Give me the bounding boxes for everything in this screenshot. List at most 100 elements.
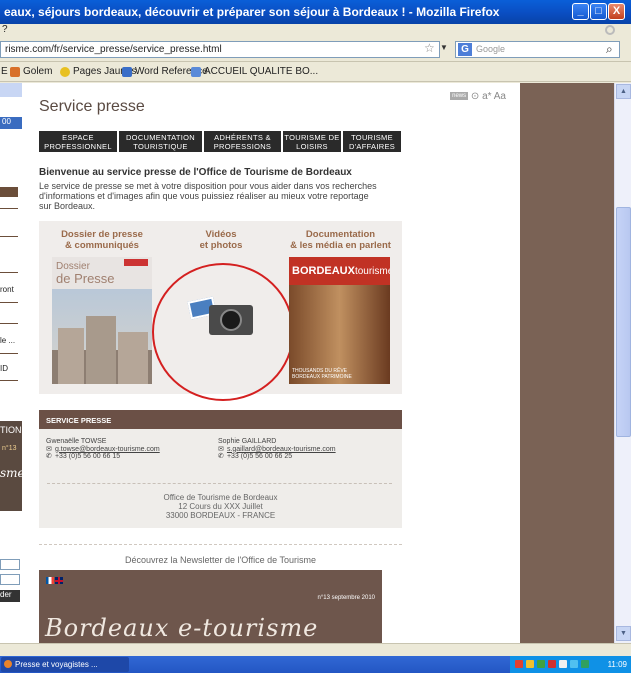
tab-espace-professionnel[interactable]: ESPACE PROFESSIONNEL [39,131,117,152]
bookmark-star-icon[interactable]: ☆ [424,41,435,55]
close-button[interactable]: X [608,3,625,20]
url-input[interactable]: risme.com/fr/service_presse/service_pres… [0,41,440,58]
press-contacts: Gwenaëlle TOWSE ✉ g.towse@bordeaux-touri… [39,429,402,528]
tab-tourisme-affaires[interactable]: TOURISME D'AFFAIRES [343,131,401,152]
tray-icon[interactable] [548,660,556,668]
left-input[interactable] [0,574,20,585]
windows-taskbar: Presse et voyagistes ... 11:09 [0,656,631,673]
scroll-up-icon[interactable]: ▲ [616,84,631,99]
left-divider [0,323,18,324]
search-placeholder: Google [476,44,506,54]
page-tools: news ⊙ a* Aa [450,91,506,102]
left-text-fragment[interactable]: ront [0,285,14,294]
contact-gaillard: Sophie GAILLARD ✉ s.gaillard@bordeaux-to… [218,438,336,461]
left-divider [0,208,18,209]
word-reference-icon [122,66,132,77]
url-dropdown-icon[interactable]: ▼ [440,43,448,52]
newsletter-name: Bordeaux e-tourisme [45,614,319,642]
magazine-subtitle: THOUSANDS DU RÊVE BORDEAUX PATRIMOINE [292,368,352,380]
maximize-button[interactable]: □ [590,3,607,20]
left-panel-bar [0,187,18,197]
uk-flag-icon[interactable] [55,577,63,584]
accueil-qualite-icon [191,66,201,77]
email-link[interactable]: s.gaillard@bordeaux-tourisme.com [227,446,336,453]
newsletter-issue: n°13 septembre 2010 [317,595,375,601]
navigation-toolbar: risme.com/fr/service_presse/service_pres… [0,38,631,62]
news-icon[interactable]: news [450,92,469,101]
tray-icon[interactable] [559,660,567,668]
vertical-scrollbar[interactable]: ▲ ▼ [614,83,631,643]
press-kit-title-2: de Presse [56,271,115,286]
scroll-down-icon[interactable]: ▼ [616,626,631,641]
google-icon[interactable]: G [458,43,472,56]
newsletter-divider [39,544,402,545]
phone-number: +33 (0)5 56 00 66 25 [226,453,293,460]
envelope-icon: ✉ [218,445,224,453]
newsletter-banner[interactable]: n°13 septembre 2010 Bordeaux e-tourisme [39,570,382,643]
tray-icon[interactable] [570,660,578,668]
contact-name: Sophie GAILLARD [218,438,277,445]
left-banner[interactable]: TION n°13 sme [0,421,22,511]
left-cut-panel: 00 ront le ... ID TION n°13 sme der [0,83,22,643]
left-submit-button[interactable]: der [0,590,20,602]
left-divider [0,302,18,303]
left-text-fragment[interactable]: le ... [0,336,15,345]
press-kit-link[interactable]: Dossier de presse & communiqués [39,229,165,251]
left-input[interactable] [0,559,20,570]
left-divider [0,272,18,273]
tab-tourisme-loisirs[interactable]: TOURISME DE LOISIRS [283,131,341,152]
left-divider [0,353,18,354]
videos-photos-link[interactable]: Vidéos et photos [167,229,275,251]
text-tools-icons[interactable]: ⊙ a* Aa [471,91,506,102]
minimize-button[interactable]: _ [572,3,589,20]
scroll-thumb[interactable] [616,207,631,437]
welcome-heading: Bienvenue au service presse de l'Office … [39,167,352,178]
tray-icon[interactable] [537,660,545,668]
left-divider [0,236,18,237]
window-title: eaux, séjours bordeaux, découvrir et pré… [4,5,500,19]
tab-adherents-professions[interactable]: ADHÉRENTS & PROFESSIONS [204,131,281,152]
email-link[interactable]: g.towse@bordeaux-tourisme.com [55,446,160,453]
envelope-icon: ✉ [46,445,52,453]
tray-icon[interactable] [581,660,589,668]
taskbar-clock: 11:09 [607,660,627,669]
pages-jaunes-icon [60,66,70,77]
press-kit-logo [124,259,148,266]
newsletter-title[interactable]: Découvrez la Newsletter de l'Office de T… [39,555,402,565]
dashed-divider [47,483,392,484]
tray-icon[interactable] [515,660,523,668]
bookmark-accueil-qualite[interactable]: ACCUEIL QUALITE BO... [191,66,318,77]
language-flags [46,577,63,584]
camera-icon[interactable] [209,305,253,335]
content-page: news ⊙ a* Aa Service presse ESPACE PROFE… [22,83,520,643]
menu-help[interactable]: ? [2,24,8,35]
taskbar-item-firefox[interactable]: Presse et voyagistes ... [1,657,129,672]
left-divider [0,380,18,381]
search-icon[interactable]: ⌕ [606,42,613,57]
left-panel-button[interactable]: 00 [0,117,22,129]
french-flag-icon[interactable] [46,577,54,584]
system-tray: 11:09 [510,656,631,673]
right-background [520,83,614,643]
page-viewport: 00 ront le ... ID TION n°13 sme der news… [0,83,614,643]
documentation-link[interactable]: Documentation & les média en parlent [279,229,402,251]
search-input[interactable]: G Google [455,41,620,58]
left-scroll-icon[interactable] [0,83,22,97]
magazine-image[interactable]: BORDEAUXtourisme THOUSANDS DU RÊVE BORDE… [289,257,390,384]
tab-documentation-touristique[interactable]: DOCUMENTATION TOURISTIQUE [119,131,202,152]
contact-name: Gwenaëlle TOWSE [46,438,107,445]
status-bar [0,643,631,656]
bookmark-golem[interactable]: Golem [10,66,52,77]
throbber-icon [605,25,615,35]
golem-icon [10,66,20,77]
bookmark-e[interactable]: E [1,66,8,77]
left-text-fragment[interactable]: ID [0,364,8,373]
section-tabs: ESPACE PROFESSIONNEL DOCUMENTATION TOURI… [39,131,401,152]
office-address: Office de Tourisme de Bordeaux 12 Cours … [163,493,278,520]
bordeaux-photo [52,289,152,384]
press-kit-image[interactable]: Dossier de Presse [52,257,152,384]
phone-icon: ✆ [218,453,224,460]
window-titlebar[interactable]: eaux, séjours bordeaux, découvrir et pré… [0,0,631,24]
bookmarks-bar: E Golem Pages Jaunes Word Reference ACCU… [0,62,631,82]
tray-icon[interactable] [526,660,534,668]
